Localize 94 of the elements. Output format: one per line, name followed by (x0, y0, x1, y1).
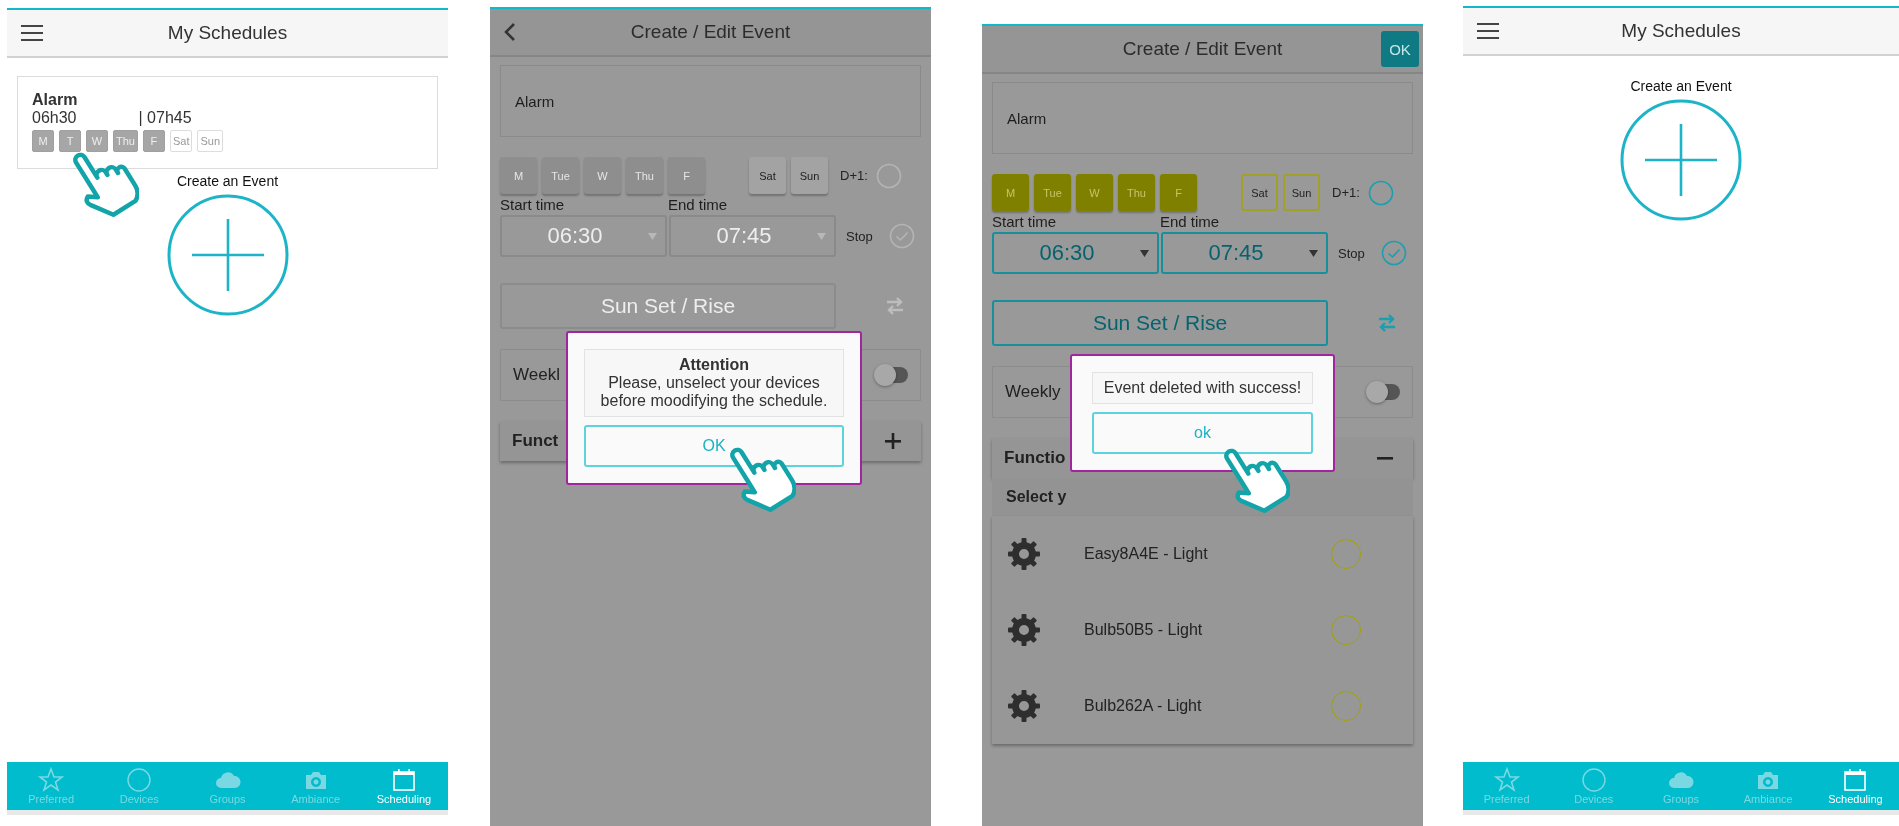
devices-section-title: Select y (1006, 488, 1067, 506)
nav-tab[interactable]: Groups (1637, 762, 1725, 810)
day-chip: T (59, 130, 81, 152)
start-time: 06h30 (32, 109, 77, 127)
next-day-radio[interactable] (875, 162, 902, 189)
nav-tab[interactable]: Ambiance (1724, 762, 1812, 810)
day-toggle[interactable]: F (668, 157, 705, 194)
day-toggle[interactable]: Sun (1283, 174, 1320, 211)
nav-tab[interactable]: Preferred (1463, 762, 1551, 810)
end-time-label: End time (668, 196, 728, 213)
day-chip: Sat (169, 130, 193, 152)
gear-icon[interactable] (1006, 612, 1042, 648)
nav-tab[interactable]: Preferred (7, 762, 96, 810)
dialog-title: Attention (677, 356, 751, 374)
functions-label: Functio (1004, 448, 1066, 468)
nav-tab[interactable]: Devices (95, 762, 184, 810)
nav-tab[interactable]: Groups (183, 762, 272, 810)
day-toggle[interactable]: Sat (1241, 174, 1278, 211)
day-toggle[interactable]: Tue (542, 157, 579, 194)
event-card[interactable]: Alarm 06h30 | 07h45 M T W Thu F Sat Sun (17, 76, 438, 169)
nav-tab[interactable]: Devices (1550, 762, 1638, 810)
screen-title: My Schedules (1620, 20, 1742, 42)
stop-checkbox[interactable] (1381, 240, 1407, 266)
swap-icon[interactable] (885, 297, 905, 315)
nav-tab[interactable]: Ambiance (271, 762, 360, 810)
start-time-select[interactable]: 06:30 (500, 215, 667, 257)
caret-icon (1309, 249, 1318, 257)
day-toggle[interactable]: Thu (626, 157, 663, 194)
create-event-label: Create an Event (1630, 78, 1732, 94)
back-icon[interactable] (504, 22, 516, 42)
end-time-select[interactable]: 07:45 (1161, 232, 1328, 274)
day-chip: F (142, 130, 165, 152)
caret-icon (648, 232, 657, 240)
start-time-label: Start time (500, 196, 566, 213)
plus-icon[interactable] (885, 433, 901, 449)
calendar-icon (390, 767, 417, 793)
star-icon (1493, 767, 1520, 793)
day-toggle[interactable]: Sat (749, 157, 786, 194)
sun-set-rise-button[interactable]: Sun Set / Rise (992, 300, 1328, 346)
screen-title: Create / Edit Event (1121, 38, 1284, 60)
event-name-field[interactable]: Alarm (992, 82, 1413, 154)
ok-button[interactable]: ok (1092, 412, 1313, 454)
nav-tab[interactable]: Scheduling (359, 762, 448, 810)
menu-icon[interactable] (21, 25, 43, 41)
device-name: Bulb50B5 - Light (1084, 621, 1203, 639)
day-toggle[interactable]: Tue (1034, 174, 1071, 211)
day-toggle[interactable]: Thu (1118, 174, 1155, 211)
calendar-icon (1842, 767, 1869, 793)
gear-icon[interactable] (1006, 688, 1042, 724)
weekly-label: Weekly (1005, 382, 1061, 402)
nav-tab[interactable]: Scheduling (1811, 762, 1899, 810)
sun-set-rise-button[interactable]: Sun Set / Rise (500, 283, 836, 329)
caret-icon (817, 232, 826, 240)
day-toggle[interactable]: M (992, 174, 1029, 211)
day-chip: Sun (197, 130, 224, 152)
dialog-message: Event deleted with success! (1102, 379, 1303, 397)
gear-icon[interactable] (1006, 536, 1042, 572)
dialog-message: Please, unselect your devices before moodifying the schedule. (599, 374, 829, 410)
add-event-icon[interactable] (1619, 98, 1743, 222)
create-event-label: Create an Event (176, 173, 279, 189)
next-day-label: D+1: (840, 168, 868, 183)
stop-checkbox[interactable] (889, 223, 915, 249)
day-toggle[interactable]: W (584, 157, 621, 194)
event-name-field[interactable]: Alarm (500, 65, 921, 137)
next-day-radio[interactable] (1367, 179, 1394, 206)
device-name: Bulb262A - Light (1084, 697, 1202, 715)
screen-title: Create / Edit Event (629, 21, 792, 43)
device-name: Easy8A4E - Light (1084, 545, 1208, 563)
ok-button[interactable]: OK (1381, 31, 1419, 67)
start-time-label: Start time (992, 213, 1058, 230)
weekly-label: Weekl (513, 365, 560, 385)
day-toggle[interactable]: Sun (791, 157, 828, 194)
day-chip: W (86, 130, 108, 152)
event-name: Alarm (32, 91, 79, 109)
screen-title: My Schedules (166, 22, 289, 44)
day-toggle[interactable]: M (500, 157, 537, 194)
star-icon (38, 767, 65, 793)
day-toggle[interactable]: W (1076, 174, 1113, 211)
next-day-label: D+1: (1332, 185, 1360, 200)
stop-label: Stop (846, 228, 873, 244)
day-chip: Thu (113, 130, 138, 152)
end-time-label: End time (1160, 213, 1220, 230)
start-time-select[interactable]: 06:30 (992, 232, 1159, 274)
end-time-select[interactable]: 07:45 (669, 215, 836, 257)
day-chip: M (32, 130, 54, 152)
add-event-icon[interactable] (165, 193, 290, 317)
menu-icon[interactable] (1477, 23, 1499, 39)
end-time: | 07h45 (138, 109, 192, 127)
functions-label: Funct (512, 431, 559, 451)
circle-icon (126, 767, 153, 793)
stop-label: Stop (1338, 245, 1365, 261)
circle-icon (1580, 767, 1607, 793)
day-toggle[interactable]: F (1160, 174, 1197, 211)
caret-icon (1140, 249, 1149, 257)
